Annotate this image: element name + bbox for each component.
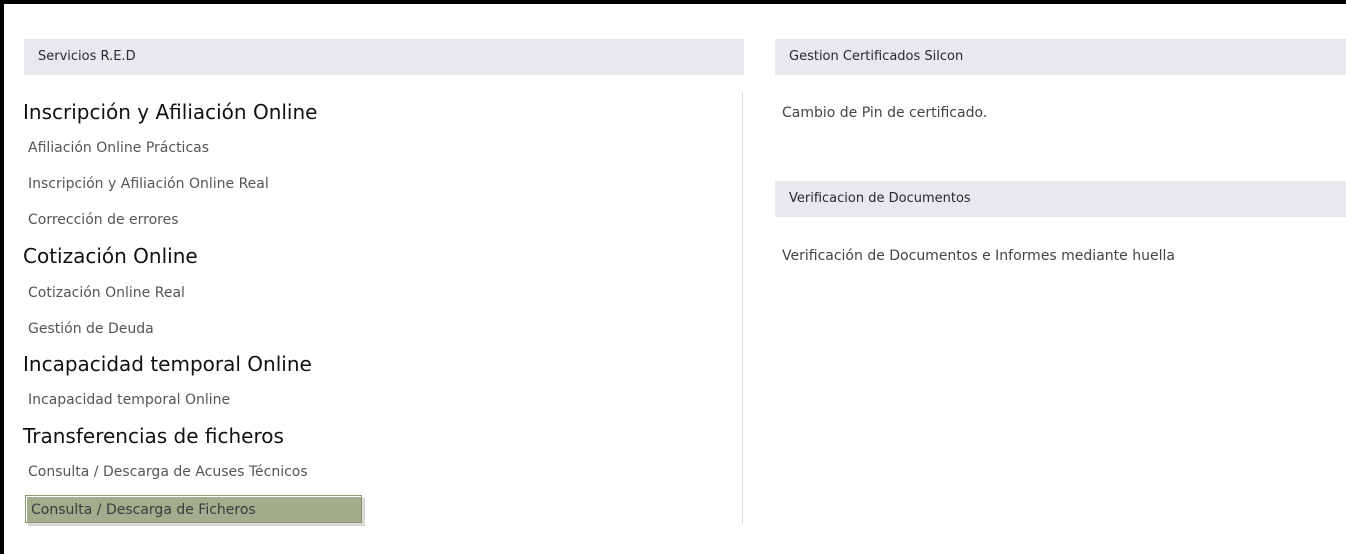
section-title-incapacidad: Incapacidad temporal Online	[23, 352, 312, 376]
link-descarga-ficheros-selected[interactable]: Consulta / Descarga de Ficheros	[25, 495, 362, 523]
link-cotizacion-real[interactable]: Cotización Online Real	[28, 283, 185, 303]
certificados-header: Gestion Certificados Silcon	[775, 39, 1346, 75]
servicios-red-header: Servicios R.E.D	[24, 39, 744, 75]
link-descarga-acuses[interactable]: Consulta / Descarga de Acuses Técnicos	[28, 462, 308, 482]
link-gestion-deuda[interactable]: Gestión de Deuda	[28, 319, 154, 339]
verificacion-header: Verificacion de Documentos	[775, 181, 1346, 217]
services-page: Servicios R.E.D Inscripción y Afiliación…	[0, 0, 1346, 554]
section-title-inscripcion: Inscripción y Afiliación Online	[23, 100, 318, 124]
servicios-red-header-label: Servicios R.E.D	[38, 49, 136, 64]
link-verificacion-documentos[interactable]: Verificación de Documentos e Informes me…	[782, 246, 1175, 266]
section-title-cotizacion: Cotización Online	[23, 244, 198, 268]
link-correccion-errores[interactable]: Corrección de errores	[28, 210, 179, 230]
certificados-header-label: Gestion Certificados Silcon	[789, 49, 964, 64]
section-title-transferencias: Transferencias de ficheros	[23, 424, 284, 448]
link-afiliacion-practicas[interactable]: Afiliación Online Prácticas	[28, 138, 209, 158]
panel-divider	[742, 92, 743, 524]
link-incapacidad-temporal[interactable]: Incapacidad temporal Online	[28, 390, 230, 410]
verificacion-header-label: Verificacion de Documentos	[789, 191, 971, 206]
link-cambio-pin[interactable]: Cambio de Pin de certificado.	[782, 103, 987, 123]
link-afiliacion-real[interactable]: Inscripción y Afiliación Online Real	[28, 174, 269, 194]
